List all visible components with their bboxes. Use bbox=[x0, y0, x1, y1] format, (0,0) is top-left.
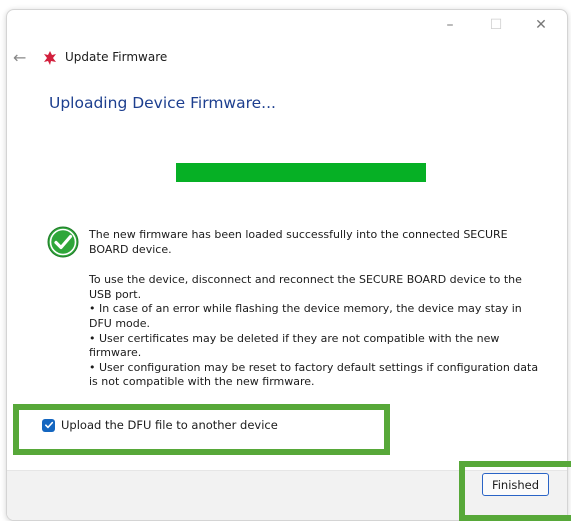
instruction-line: • User certificates may be deleted if th… bbox=[89, 331, 500, 360]
progress-bar bbox=[176, 163, 426, 182]
window-title: Update Firmware bbox=[65, 50, 168, 64]
checkmark-icon bbox=[44, 421, 53, 429]
close-button[interactable]: ✕ bbox=[519, 10, 563, 40]
finished-button[interactable]: Finished bbox=[482, 473, 549, 496]
red-spark-icon bbox=[44, 51, 56, 65]
success-check-icon bbox=[47, 226, 79, 258]
back-arrow-icon[interactable]: ← bbox=[13, 48, 26, 67]
checkbox-label: Upload the DFU file to another device bbox=[61, 418, 278, 432]
minimize-button[interactable]: – bbox=[428, 10, 472, 40]
instruction-line: • User configuration may be reset to fac… bbox=[89, 360, 539, 389]
page-heading: Uploading Device Firmware... bbox=[49, 94, 276, 112]
upload-dfu-checkbox[interactable] bbox=[42, 418, 55, 432]
instruction-line: To use the device, disconnect and reconn… bbox=[89, 273, 522, 301]
success-text: The new firmware has been loaded success… bbox=[89, 228, 508, 256]
status-message: The new firmware has been loaded success… bbox=[89, 228, 539, 390]
instruction-line: • In case of an error while flashing the… bbox=[89, 302, 522, 330]
update-firmware-window: – ☐ ✕ ← Update Firmware Uploading Device… bbox=[6, 9, 568, 521]
maximize-button[interactable]: ☐ bbox=[474, 10, 518, 40]
instructions: To use the device, disconnect and reconn… bbox=[89, 273, 539, 390]
upload-dfu-checkbox-row[interactable]: Upload the DFU file to another device bbox=[42, 418, 278, 432]
